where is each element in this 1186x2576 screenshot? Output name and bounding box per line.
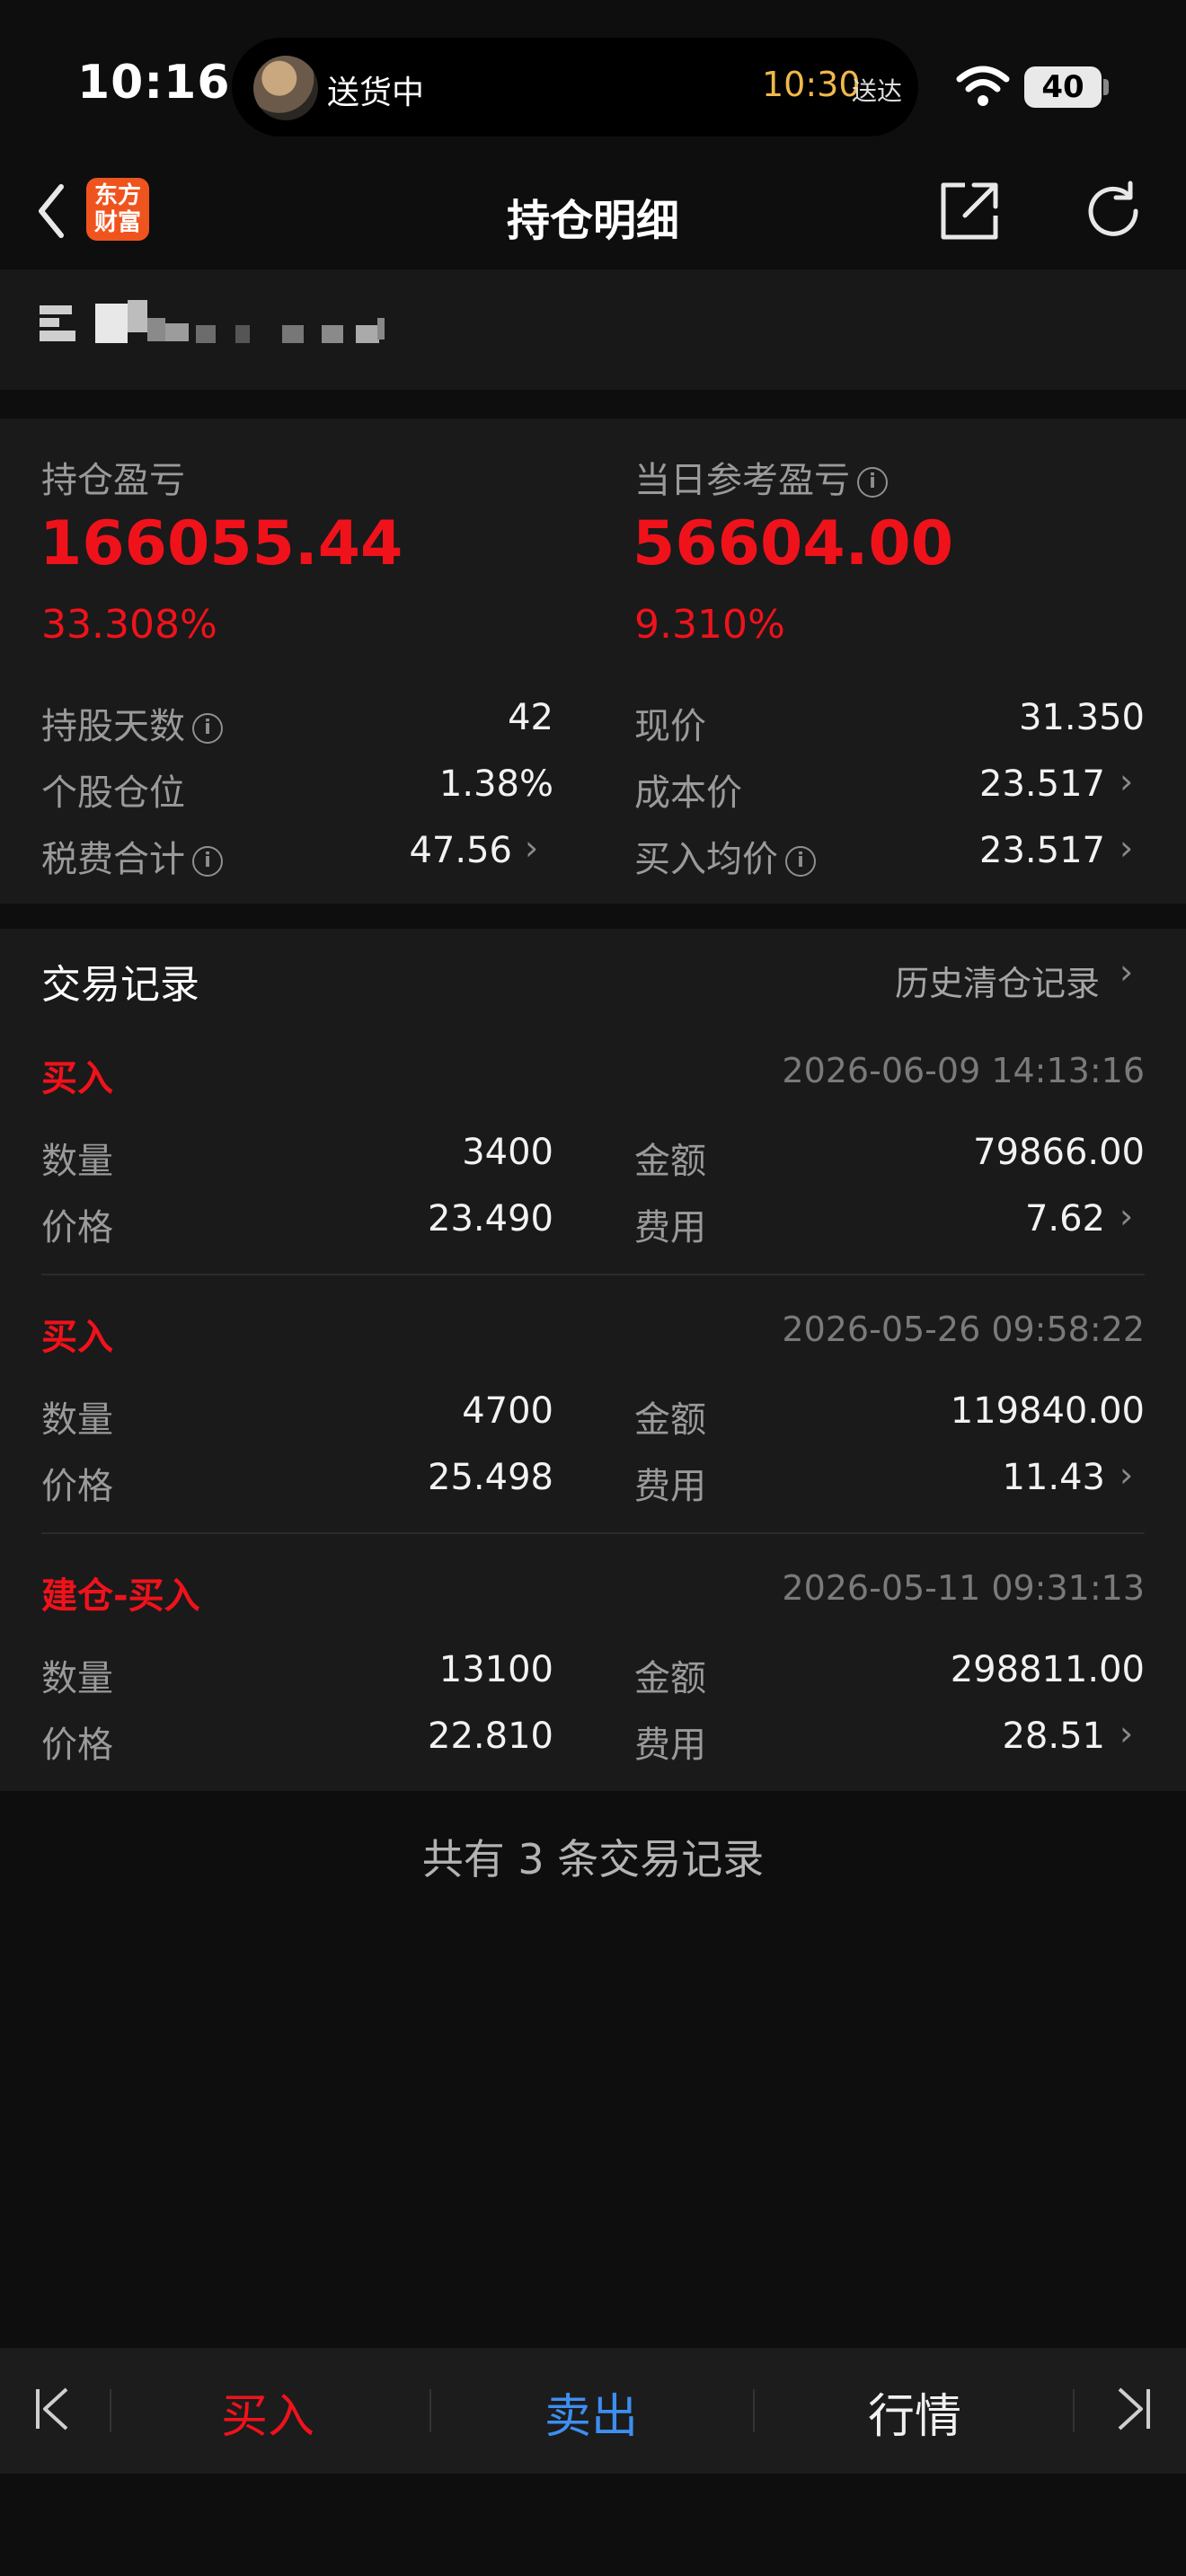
holding-days-label-row: 持股天数 i bbox=[41, 697, 223, 749]
qty-label: 数量 bbox=[41, 1141, 113, 1182]
current-price-value: 31.350 bbox=[1019, 697, 1145, 738]
separator bbox=[429, 2389, 431, 2432]
total-fees-value[interactable]: 47.56 bbox=[359, 830, 512, 871]
trade-price: 22.810 bbox=[428, 1716, 553, 1757]
page-title: 持仓明细 bbox=[506, 196, 679, 246]
trade-records-title: 交易记录 bbox=[41, 962, 199, 1008]
avg-buy-price-value[interactable]: 23.517 bbox=[898, 830, 1105, 871]
avg-buy-price-label: 买入均价 bbox=[634, 839, 778, 880]
divider bbox=[41, 1532, 1145, 1534]
battery-nub bbox=[1103, 79, 1109, 95]
chevron-right-icon[interactable]: › bbox=[1120, 1196, 1133, 1236]
trade-count-note: 共有 3 条交易记录 bbox=[421, 1835, 765, 1883]
buy-button[interactable]: 买入 bbox=[169, 2378, 367, 2446]
daily-pl-label-row: 当日参考盈亏 i bbox=[634, 451, 888, 503]
trade-fee[interactable]: 28.51 bbox=[898, 1716, 1105, 1757]
trade-qty: 4700 bbox=[462, 1390, 553, 1432]
delivery-eta-time: 10:30 bbox=[762, 65, 861, 104]
trade-side: 建仓-买入 bbox=[41, 1575, 200, 1617]
next-stock-icon[interactable] bbox=[1111, 2382, 1155, 2436]
position-pl-pct: 33.308% bbox=[41, 602, 217, 648]
total-fees-label: 税费合计 bbox=[41, 839, 185, 880]
trade-qty: 3400 bbox=[462, 1132, 553, 1173]
qty-label: 数量 bbox=[41, 1399, 113, 1441]
trade-price: 23.490 bbox=[428, 1198, 553, 1239]
price-label: 价格 bbox=[41, 1725, 113, 1766]
cost-price-label: 成本价 bbox=[634, 772, 742, 814]
quote-button[interactable]: 行情 bbox=[816, 2378, 1013, 2446]
status-time: 10:16 bbox=[77, 56, 231, 110]
amount-label: 金额 bbox=[634, 1658, 706, 1699]
daily-pl-pct: 9.310% bbox=[634, 602, 785, 648]
info-icon[interactable]: i bbox=[192, 846, 223, 877]
chevron-right-icon[interactable]: › bbox=[1120, 828, 1133, 868]
trade-amount: 79866.00 bbox=[973, 1132, 1145, 1173]
share-icon[interactable] bbox=[938, 180, 1001, 243]
wifi-icon bbox=[956, 66, 1010, 106]
fee-label: 费用 bbox=[634, 1207, 706, 1248]
position-weight-value: 1.38% bbox=[438, 763, 553, 805]
fee-label: 费用 bbox=[634, 1725, 706, 1766]
trade-time: 2026-06-09 14:13:16 bbox=[782, 1051, 1145, 1090]
daily-pl-value: 56604.00 bbox=[633, 508, 954, 579]
chevron-right-icon[interactable]: › bbox=[1120, 1714, 1133, 1753]
trade-side: 买入 bbox=[41, 1058, 113, 1099]
trade-time: 2026-05-26 09:58:22 bbox=[782, 1310, 1145, 1349]
delivery-status-text: 送货中 bbox=[327, 75, 425, 111]
amount-label: 金额 bbox=[634, 1399, 706, 1441]
separator bbox=[1073, 2389, 1075, 2432]
trade-time: 2026-05-11 09:31:13 bbox=[782, 1568, 1145, 1608]
separator bbox=[753, 2389, 755, 2432]
position-pl-label: 持仓盈亏 bbox=[41, 460, 185, 501]
info-icon[interactable]: i bbox=[785, 846, 816, 877]
trade-amount: 119840.00 bbox=[950, 1390, 1145, 1432]
fee-label: 费用 bbox=[634, 1466, 706, 1507]
delivery-eta-suffix: 送达 bbox=[852, 76, 903, 106]
avg-buy-price-label-row: 买入均价 i bbox=[634, 830, 816, 882]
info-icon[interactable]: i bbox=[192, 713, 223, 744]
info-icon[interactable]: i bbox=[857, 467, 888, 498]
price-label: 价格 bbox=[41, 1207, 113, 1248]
chevron-right-icon[interactable]: › bbox=[525, 828, 538, 868]
trade-price: 25.498 bbox=[428, 1457, 553, 1498]
trade-qty: 13100 bbox=[438, 1649, 553, 1690]
daily-pl-label: 当日参考盈亏 bbox=[634, 460, 850, 501]
history-clearance-link[interactable]: 历史清仓记录 bbox=[895, 956, 1100, 1005]
sell-button[interactable]: 卖出 bbox=[492, 2378, 690, 2446]
chevron-right-icon[interactable]: › bbox=[1120, 952, 1133, 992]
current-price-label: 现价 bbox=[634, 706, 706, 747]
trade-amount: 298811.00 bbox=[950, 1649, 1145, 1690]
separator bbox=[110, 2389, 111, 2432]
price-label: 价格 bbox=[41, 1466, 113, 1507]
divider bbox=[41, 1274, 1145, 1275]
battery-icon: 40 bbox=[1024, 66, 1102, 108]
total-fees-label-row: 税费合计 i bbox=[41, 830, 223, 882]
trade-fee[interactable]: 11.43 bbox=[898, 1457, 1105, 1498]
chevron-right-icon[interactable]: › bbox=[1120, 1455, 1133, 1495]
chevron-right-icon[interactable]: › bbox=[1120, 762, 1133, 801]
amount-label: 金额 bbox=[634, 1141, 706, 1182]
position-weight-label: 个股仓位 bbox=[41, 772, 185, 814]
holding-days-value: 42 bbox=[508, 697, 553, 738]
account-selector[interactable] bbox=[0, 269, 1186, 390]
delivery-avatar-icon bbox=[253, 56, 318, 120]
trade-fee[interactable]: 7.62 bbox=[898, 1198, 1105, 1239]
trade-side: 买入 bbox=[41, 1317, 113, 1358]
qty-label: 数量 bbox=[41, 1658, 113, 1699]
holding-days-label: 持股天数 bbox=[41, 706, 185, 747]
position-pl-value: 166055.44 bbox=[40, 508, 403, 579]
cost-price-value[interactable]: 23.517 bbox=[898, 763, 1105, 805]
refresh-icon[interactable] bbox=[1082, 180, 1145, 243]
previous-stock-icon[interactable] bbox=[31, 2382, 75, 2436]
